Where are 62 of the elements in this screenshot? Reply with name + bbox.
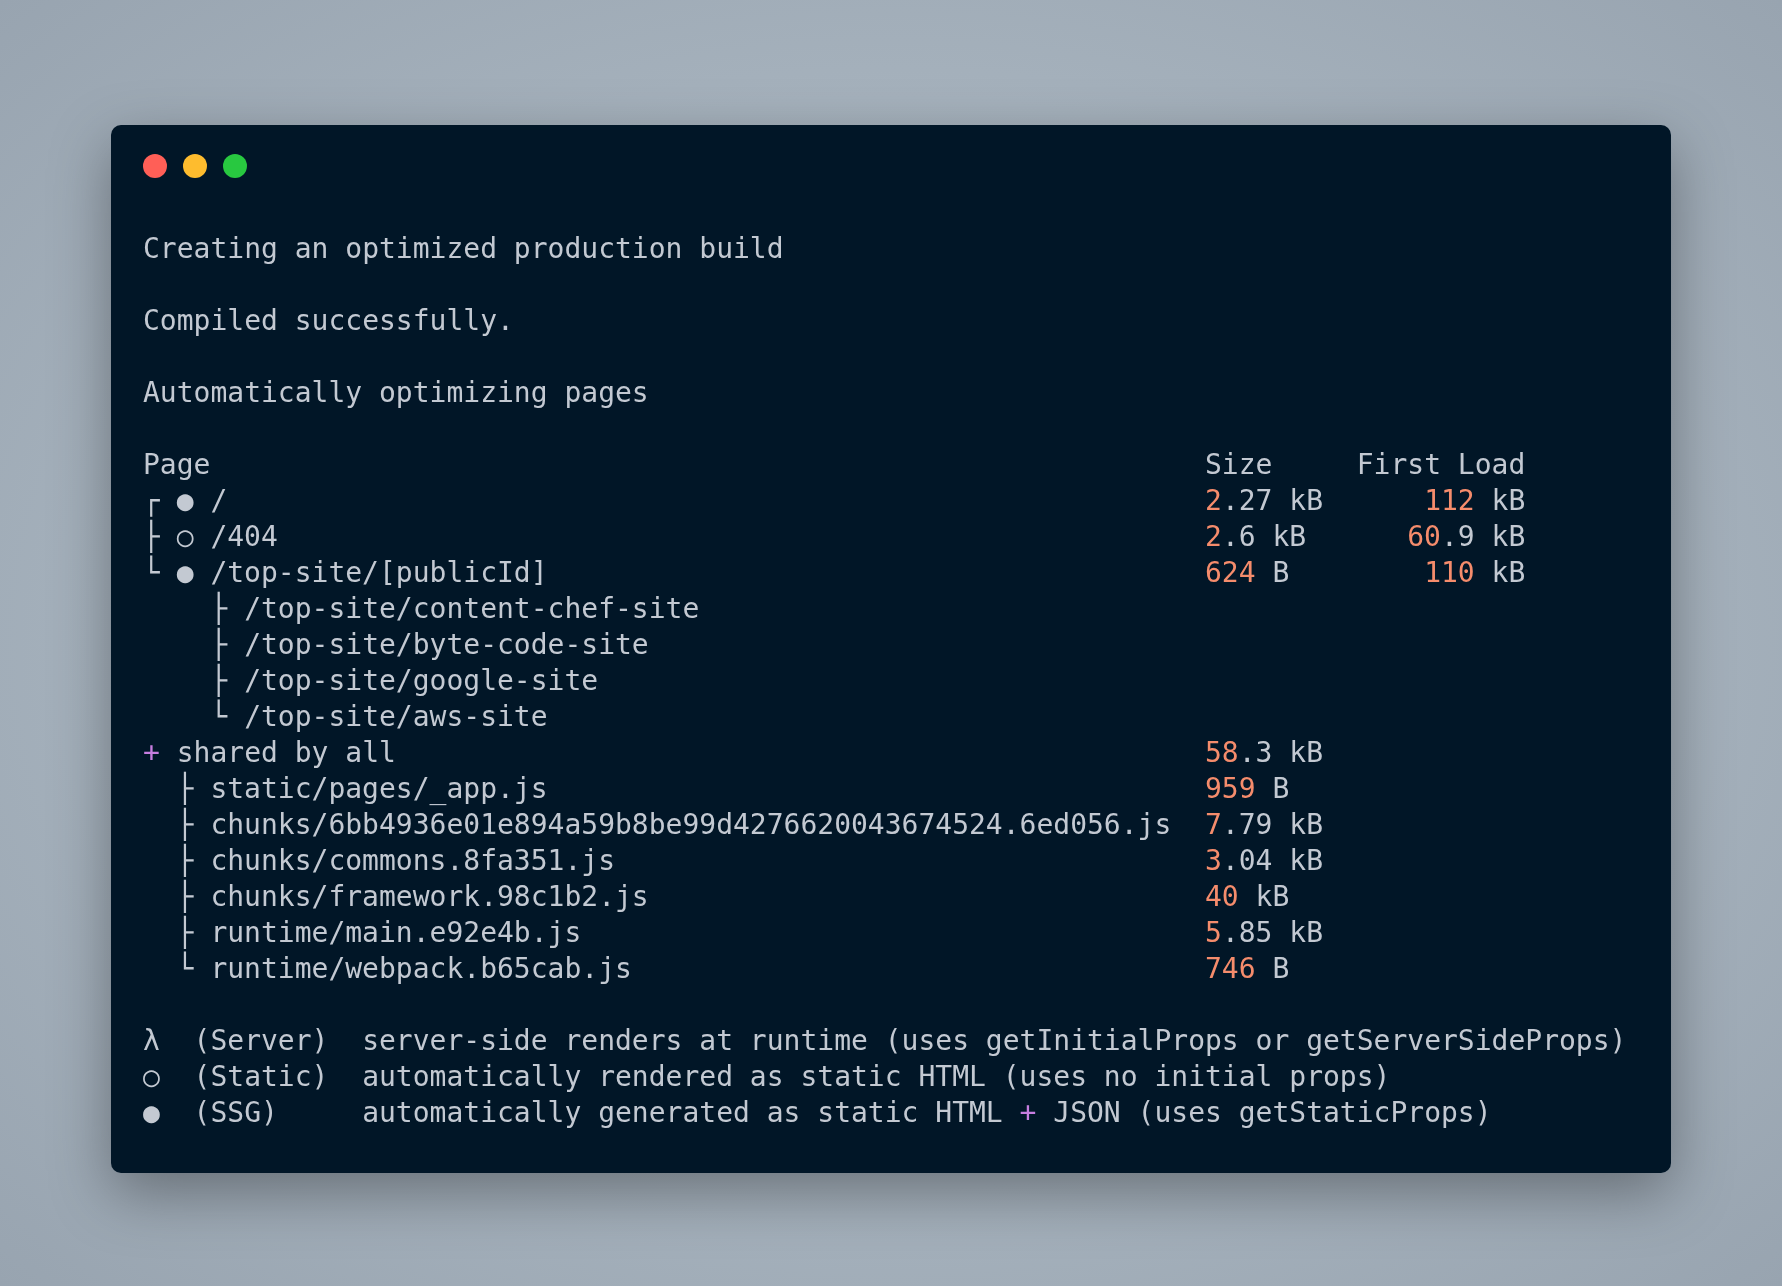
legend-label: (Server) — [193, 1024, 329, 1057]
size-value: 624 B — [1205, 556, 1290, 589]
tree-branch: └ — [210, 700, 228, 733]
size-value: 746 B — [1205, 952, 1290, 985]
column-header: First Load — [1356, 447, 1526, 483]
size-value: 58.3 kB — [1205, 736, 1324, 769]
size-value: 40 kB — [1205, 880, 1290, 913]
legend-symbol: ● — [143, 1096, 160, 1129]
route-path: /top-site/[publicId] — [210, 555, 548, 591]
file-path: runtime/webpack.b65cab.js — [210, 951, 632, 987]
size-value: 5.85 kB — [1205, 916, 1324, 949]
tree-branch: ├ — [143, 520, 160, 553]
route-symbol: ● — [176, 484, 194, 517]
tree-branch: ├ — [176, 916, 194, 949]
first-load-value: 60.9 kB — [1407, 519, 1526, 555]
route-path: /top-site/byte-code-site — [244, 627, 649, 663]
output-line: Creating an optimized production build — [143, 231, 784, 267]
file-path: chunks/framework.98c1b2.js — [210, 879, 649, 915]
plus-marker: + — [143, 736, 160, 769]
column-header: Page — [143, 447, 211, 483]
route-symbol: ○ — [176, 520, 194, 553]
tree-branch: └ — [176, 952, 194, 985]
legend-label: (Static) — [193, 1060, 329, 1093]
close-button[interactable] — [143, 154, 167, 178]
tree-branch: ├ — [176, 844, 194, 877]
size-value: 7.79 kB — [1205, 808, 1324, 841]
route-path: /404 — [210, 519, 278, 555]
tree-branch: └ — [143, 556, 160, 589]
route-path: /top-site/content-chef-site — [244, 591, 700, 627]
tree-branch: ├ — [210, 592, 228, 625]
legend-symbol: λ — [143, 1024, 160, 1057]
route-path: /top-site/aws-site — [244, 699, 548, 735]
output-line: Automatically optimizing pages — [143, 375, 649, 411]
output-line: Compiled successfully. — [143, 303, 514, 339]
file-path: runtime/main.e92e4b.js — [210, 915, 582, 951]
tree-branch: ┌ — [143, 484, 160, 517]
route-symbol: ● — [176, 556, 194, 589]
tree-branch: ├ — [210, 664, 228, 697]
legend-description: automatically rendered as static HTML (uses no initial props) — [362, 1059, 1391, 1095]
size-value: 3.04 kB — [1205, 844, 1324, 877]
shared-label: shared by all — [176, 735, 396, 771]
tree-branch: ├ — [176, 772, 194, 805]
size-value: 2.6 kB — [1205, 520, 1307, 553]
maximize-button[interactable] — [223, 154, 247, 178]
size-value: 959 B — [1205, 772, 1290, 805]
route-path: /top-site/google-site — [244, 663, 599, 699]
legend-label: (SSG) — [193, 1096, 278, 1129]
file-path: chunks/6bb4936e01e894a59b8be99d4276620043674524.6ed056.js — [210, 807, 1172, 843]
legend-description: server-side renders at runtime (uses getInitialProps or getServerSideProps) — [362, 1023, 1627, 1059]
size-value: 2.27 kB — [1205, 484, 1324, 517]
tree-branch: ├ — [176, 808, 194, 841]
file-path: chunks/commons.8fa351.js — [210, 843, 615, 879]
tree-branch: ├ — [176, 880, 194, 913]
tree-branch: ├ — [210, 628, 228, 661]
minimize-button[interactable] — [183, 154, 207, 178]
column-header: Size — [1205, 448, 1273, 481]
legend-symbol: ○ — [143, 1060, 160, 1093]
first-load-value: 110 kB — [1424, 555, 1526, 591]
file-path: static/pages/_app.js — [210, 771, 548, 807]
legend-description: automatically generated as static HTML + JSON (uses getStaticProps) — [362, 1095, 1492, 1131]
first-load-value: 112 kB — [1424, 483, 1526, 519]
route-path: / — [210, 483, 228, 519]
